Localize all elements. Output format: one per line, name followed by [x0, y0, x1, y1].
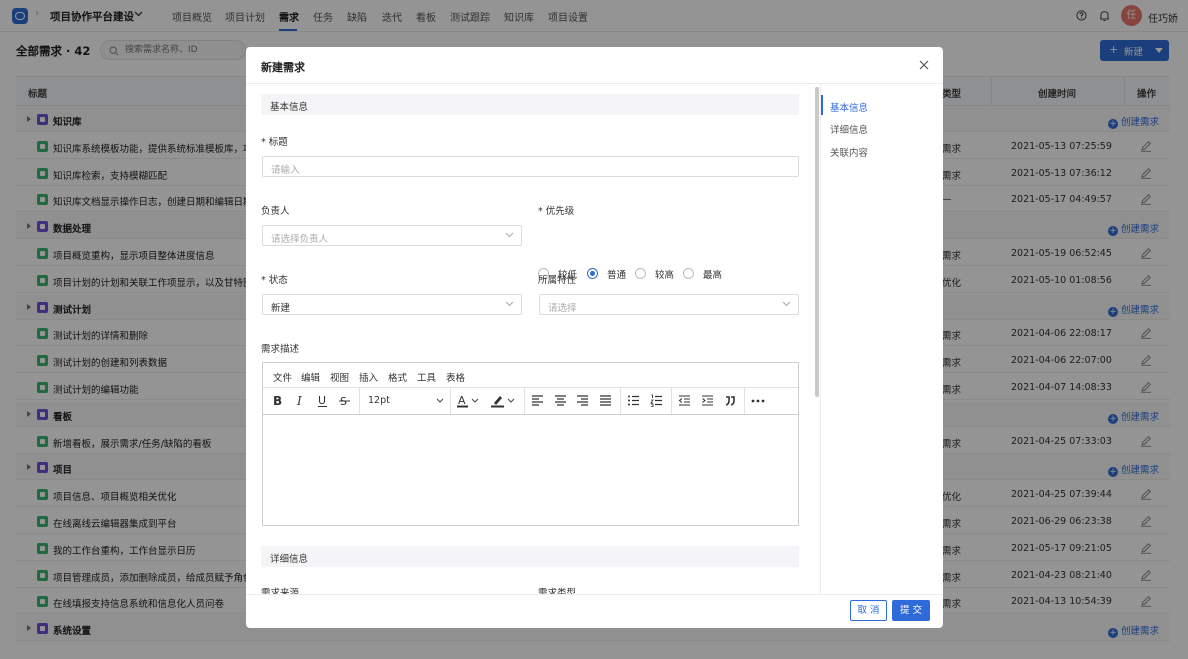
align-left-icon[interactable] [531, 394, 544, 407]
anchor-related[interactable]: 关联内容 [830, 145, 868, 159]
indent-icon[interactable] [701, 394, 714, 407]
svg-text:A: A [458, 394, 466, 407]
outdent-icon[interactable] [678, 394, 691, 407]
svg-text:I: I [296, 394, 302, 408]
scrollbar-thumb[interactable] [815, 87, 819, 397]
underline-icon[interactable]: U [317, 394, 329, 408]
radio-circle-selected[interactable] [587, 268, 598, 279]
editor-menubar: 文件 编辑 视图 插入 格式 工具 表格 [263, 363, 798, 388]
align-right-icon[interactable] [576, 394, 589, 407]
editor-menu-file[interactable]: 文件 [273, 370, 292, 384]
title-input[interactable]: 请输入 [262, 156, 799, 177]
title-label: * 标题 [261, 137, 288, 148]
chevron-down-icon[interactable] [436, 398, 444, 403]
radio-circle[interactable] [683, 268, 694, 279]
editor-menu-format[interactable]: 格式 [388, 370, 407, 384]
feature-label: 所属特性 [538, 275, 577, 286]
editor-menu-insert[interactable]: 插入 [359, 370, 378, 384]
source-label: 需求来源 [261, 588, 300, 594]
radio-circle[interactable] [635, 268, 646, 279]
dialog-title: 新建需求 [261, 61, 305, 74]
strikethrough-icon[interactable]: S [339, 394, 351, 408]
title-placeholder: 请输入 [271, 165, 300, 176]
close-icon[interactable] [919, 60, 929, 70]
editor-menu-view[interactable]: 视图 [330, 370, 349, 384]
feature-placeholder: 请选择 [548, 303, 577, 314]
anchor-basic-info[interactable]: 基本信息 [830, 100, 868, 114]
priority-label: * 优先级 [538, 206, 575, 217]
text-color-icon[interactable]: A [457, 394, 481, 408]
type-label: 需求类型 [538, 588, 577, 594]
status-select[interactable]: 新建 [262, 294, 522, 315]
editor-toolbar: B I U S 12pt A [263, 388, 798, 415]
owner-label: 负责人 [261, 206, 290, 217]
editor-menu-edit[interactable]: 编辑 [301, 370, 320, 384]
bullet-list-icon[interactable] [627, 394, 640, 407]
form-area[interactable]: 基本信息 * 标题 请输入 负责人 请选择负责人 * 优先级 较低 普通 较高 最高… [246, 84, 812, 594]
section-basic-info: 基本信息 [261, 94, 799, 115]
more-icon[interactable] [751, 399, 765, 403]
bold-icon[interactable]: B [272, 394, 284, 408]
submit-button[interactable]: 提 交 [892, 600, 930, 621]
section-title: 详细信息 [270, 554, 309, 565]
numbered-list-icon[interactable] [650, 394, 663, 407]
new-requirement-dialog: 新建需求 基本信息 * 标题 请输入 负责人 请选择负责人 * 优先级 较低 普通 … [246, 47, 943, 628]
chevron-down-icon [505, 232, 514, 238]
feature-select[interactable]: 请选择 [539, 294, 799, 315]
section-title: 基本信息 [270, 102, 309, 113]
rich-text-editor[interactable]: 文件 编辑 视图 插入 格式 工具 表格 B I U S 12pt A [262, 362, 799, 526]
anchor-active-indicator [821, 95, 823, 115]
editor-menu-table[interactable]: 表格 [446, 370, 465, 384]
owner-placeholder: 请选择负责人 [271, 234, 329, 245]
owner-select[interactable]: 请选择负责人 [262, 225, 522, 246]
status-label: * 状态 [261, 275, 288, 286]
align-justify-icon[interactable] [599, 394, 612, 407]
italic-icon[interactable]: I [295, 394, 307, 408]
chevron-down-icon [782, 301, 791, 307]
cancel-button[interactable]: 取 消 [850, 600, 887, 621]
anchor-detail-info[interactable]: 详细信息 [830, 122, 868, 136]
align-center-icon[interactable] [554, 394, 567, 407]
chevron-down-icon [505, 301, 514, 307]
svg-text:B: B [273, 394, 282, 408]
description-label: 需求描述 [261, 344, 300, 355]
section-detail-info: 详细信息 [261, 546, 799, 567]
svg-text:U: U [318, 394, 326, 407]
highlight-color-icon[interactable] [491, 394, 517, 408]
editor-menu-tools[interactable]: 工具 [417, 370, 436, 384]
blockquote-icon[interactable] [724, 394, 737, 407]
status-value: 新建 [271, 303, 291, 314]
font-size-select[interactable]: 12pt [368, 395, 390, 406]
